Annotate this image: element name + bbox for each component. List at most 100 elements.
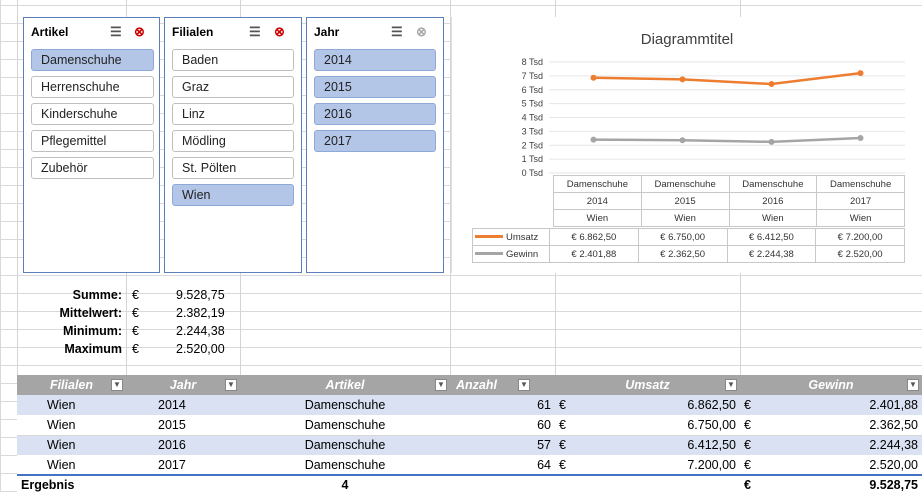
cell-anzahl[interactable]: 57	[450, 435, 555, 456]
cell-artikel[interactable]: Damenschuhe	[240, 395, 450, 416]
data-point[interactable]	[590, 74, 597, 81]
stat-value[interactable]: 2.382,19	[176, 306, 225, 320]
stat-value[interactable]: 9.528,75	[176, 288, 225, 302]
slicer-item-zubehoer[interactable]: Zubehör	[31, 157, 154, 179]
stat-currency[interactable]: €	[132, 342, 139, 356]
slicer-filialen[interactable]: Filialen ☰ ⊗ Baden Graz Linz Mödling St.…	[164, 17, 302, 273]
column-header-gewinn[interactable]: Gewinn ▼	[740, 375, 922, 395]
slicer-item-wien[interactable]: Wien	[172, 184, 294, 206]
cell-artikel[interactable]: Damenschuhe	[240, 415, 450, 436]
slicer-item-herrenschuhe[interactable]: Herrenschuhe	[31, 76, 154, 98]
table-total-row[interactable]: Ergebnis 4 €9.528,75	[17, 474, 922, 496]
stat-label[interactable]: Summe:	[20, 288, 122, 302]
data-point[interactable]	[768, 138, 775, 145]
slicer-item-moedling[interactable]: Mödling	[172, 130, 294, 152]
cell-empty[interactable]	[126, 474, 240, 496]
cell-umsatz[interactable]: €6.412,50	[555, 435, 740, 456]
cell-gewinn[interactable]: €2.401,88	[740, 395, 922, 416]
slicer-item-2014[interactable]: 2014	[314, 49, 436, 71]
cell-total-label[interactable]: Ergebnis	[17, 474, 126, 496]
slicer-item-label: Graz	[182, 80, 210, 94]
cell-filiale[interactable]: Wien	[17, 435, 126, 456]
slicer-item-label: Kinderschuhe	[41, 107, 118, 121]
cell-gewinn[interactable]: €2.362,50	[740, 415, 922, 436]
cell-umsatz[interactable]: €6.750,00	[555, 415, 740, 436]
slicer-item-2015[interactable]: 2015	[314, 76, 436, 98]
clear-filter-icon[interactable]: ⊗	[274, 24, 285, 40]
multi-select-icon[interactable]: ☰	[110, 24, 122, 40]
stat-currency[interactable]: €	[132, 306, 139, 320]
cell-jahr[interactable]: 2015	[126, 415, 240, 436]
multi-select-icon[interactable]: ☰	[391, 24, 403, 40]
filter-active-icon[interactable]: ▼	[111, 379, 123, 391]
cell-gewinn[interactable]: €2.520,00	[740, 455, 922, 476]
category-label: 2015	[640, 192, 730, 210]
data-point[interactable]	[590, 136, 597, 143]
cell-filiale[interactable]: Wien	[17, 415, 126, 436]
data-point[interactable]	[857, 135, 864, 142]
data-point[interactable]	[768, 81, 775, 88]
column-header-jahr[interactable]: Jahr ▼	[126, 375, 240, 395]
cell-jahr[interactable]: 2016	[126, 435, 240, 456]
filter-active-icon[interactable]: ▼	[435, 379, 447, 391]
clear-filter-icon[interactable]: ⊗	[134, 24, 145, 40]
stat-value[interactable]: 2.244,38	[176, 324, 225, 338]
slicer-artikel[interactable]: Artikel ☰ ⊗ Damenschuhe Herrenschuhe Kin…	[23, 17, 160, 273]
table-row[interactable]: Wien 2014 Damenschuhe 61 €6.862,50 €2.40…	[17, 395, 922, 416]
stat-value[interactable]: 2.520,00	[176, 342, 225, 356]
slicer-item-damenschuhe[interactable]: Damenschuhe	[31, 49, 154, 71]
slicer-jahr[interactable]: Jahr ☰ ⊗ 2014 2015 2016 2017	[306, 17, 444, 273]
cell-anzahl[interactable]: 64	[450, 455, 555, 476]
category-label: Wien	[553, 209, 642, 227]
column-header-artikel[interactable]: Artikel ▼	[240, 375, 450, 395]
series-line-gewinn[interactable]	[593, 136, 861, 144]
data-point[interactable]	[679, 137, 686, 144]
stat-label[interactable]: Mittelwert:	[20, 306, 123, 320]
cell-anzahl[interactable]: 60	[450, 415, 555, 436]
data-table[interactable]: Filialen ▼ Jahr ▼ Artikel ▼ Anzahl ▼ Umsatz ▼…	[17, 375, 922, 496]
data-point[interactable]	[679, 76, 686, 83]
column-header-umsatz[interactable]: Umsatz ▼	[555, 375, 740, 395]
stat-label[interactable]: Minimum:	[20, 324, 122, 338]
cell-gewinn[interactable]: €2.244,38	[740, 435, 922, 456]
line-chart[interactable]: Diagrammtitel 0 Tsd 1 Tsd 2 Tsd 3 Tsd 4 Tsd 5…	[451, 17, 922, 273]
table-row[interactable]: Wien 2016 Damenschuhe 57 €6.412,50 €2.24…	[17, 435, 922, 456]
cell-empty[interactable]	[555, 474, 740, 496]
cell-jahr[interactable]: 2014	[126, 395, 240, 416]
slicer-item-linz[interactable]: Linz	[172, 103, 294, 125]
slicer-item-pflegemittel[interactable]: Pflegemittel	[31, 130, 154, 152]
category-label: Wien	[640, 209, 730, 227]
series-line-umsatz[interactable]	[593, 71, 861, 86]
cell-total-gewinn[interactable]: €9.528,75	[740, 474, 922, 496]
dropdown-icon[interactable]: ▼	[725, 379, 737, 391]
dropdown-icon[interactable]: ▼	[225, 379, 237, 391]
data-point[interactable]	[857, 70, 864, 77]
dropdown-icon[interactable]: ▼	[907, 379, 919, 391]
table-row[interactable]: Wien 2017 Damenschuhe 64 €7.200,00 €2.52…	[17, 455, 922, 476]
cell-anzahl[interactable]: 61	[450, 395, 555, 416]
cell-artikel[interactable]: Damenschuhe	[240, 435, 450, 456]
cell-empty[interactable]	[450, 474, 555, 496]
dropdown-icon[interactable]: ▼	[518, 379, 530, 391]
slicer-item-graz[interactable]: Graz	[172, 76, 294, 98]
column-header-filialen[interactable]: Filialen ▼	[17, 375, 126, 395]
cell-jahr[interactable]: 2017	[126, 455, 240, 476]
cell-umsatz[interactable]: €7.200,00	[555, 455, 740, 476]
slicer-item-kinderschuhe[interactable]: Kinderschuhe	[31, 103, 154, 125]
column-header-anzahl[interactable]: Anzahl ▼	[450, 375, 555, 395]
table-row[interactable]: Wien 2015 Damenschuhe 60 €6.750,00 €2.36…	[17, 415, 922, 436]
cell-filiale[interactable]: Wien	[17, 395, 126, 416]
cell-total-artikel[interactable]: 4	[240, 474, 450, 496]
stat-currency[interactable]: €	[132, 324, 139, 338]
slicer-item-2017[interactable]: 2017	[314, 130, 436, 152]
category-label: 2017	[816, 192, 905, 210]
cell-umsatz[interactable]: €6.862,50	[555, 395, 740, 416]
cell-filiale[interactable]: Wien	[17, 455, 126, 476]
stat-currency[interactable]: €	[132, 288, 139, 302]
slicer-item-baden[interactable]: Baden	[172, 49, 294, 71]
multi-select-icon[interactable]: ☰	[249, 24, 261, 40]
cell-artikel[interactable]: Damenschuhe	[240, 455, 450, 476]
slicer-item-2016[interactable]: 2016	[314, 103, 436, 125]
slicer-item-st-poelten[interactable]: St. Pölten	[172, 157, 294, 179]
stat-label[interactable]: Maximum	[20, 342, 122, 356]
